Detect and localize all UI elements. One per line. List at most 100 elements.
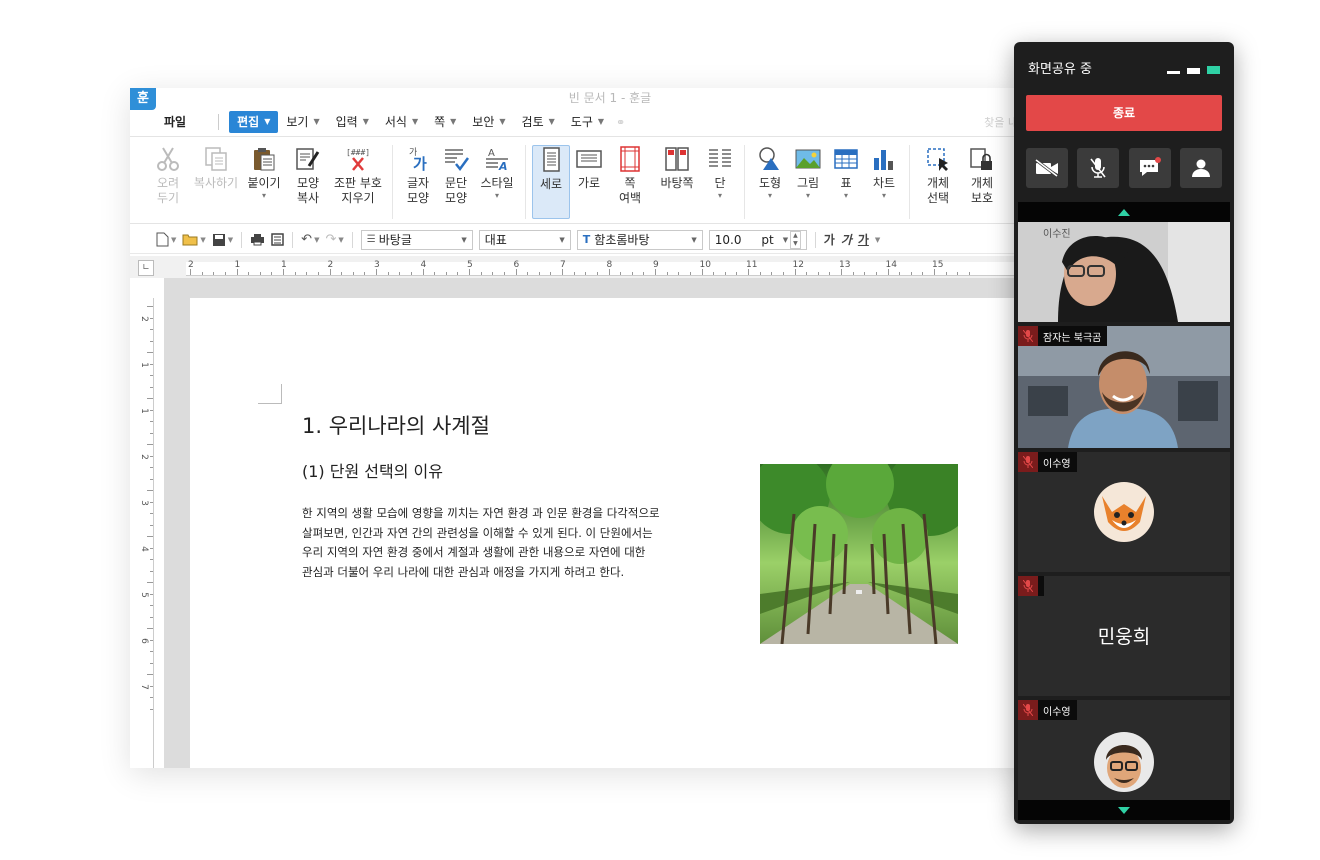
mic-muted-icon [1018, 700, 1038, 720]
vertical-ruler[interactable]: 2 1 1 2 3 4 5 6 7 [138, 298, 154, 768]
doc-paragraph[interactable]: 한 지역의 생활 모습에 영향을 끼치는 자연 환경 과 인문 환경을 다각적으… [302, 504, 722, 582]
open-folder-button[interactable]: ▼ [182, 233, 206, 246]
horizontal-ruler[interactable]: 2 1 1 2 3 4 5 6 7 8 9 10 11 12 13 14 15 [186, 260, 1030, 276]
undo-button[interactable]: ↶ ▼ [301, 232, 319, 247]
document-page[interactable]: 1. 우리나라의 사계절 (1) 단원 선택의 이유 한 지역의 생활 모습에 … [190, 298, 1030, 768]
menu-file[interactable]: 파일 [156, 111, 194, 133]
menu-review[interactable]: 검토 ▼ [514, 111, 563, 133]
chat-icon [1139, 157, 1161, 176]
participants-button[interactable] [1179, 148, 1222, 188]
copy-button[interactable]: 복사하기 [190, 145, 242, 219]
tab-stop-icon[interactable]: ∟ [138, 260, 154, 276]
style-icon: AA [482, 145, 512, 173]
print-button[interactable] [250, 233, 265, 246]
ruler-tick [875, 272, 877, 275]
ruler-tick [620, 272, 622, 275]
format-copy-button[interactable]: 모양 복사 [286, 145, 330, 219]
end-share-button[interactable]: 종료 [1026, 95, 1222, 131]
minimize-icon[interactable] [1167, 71, 1180, 74]
landscape-button[interactable]: 가로 [570, 145, 608, 219]
ruler-number: 3 [138, 500, 149, 506]
chat-button[interactable] [1128, 148, 1171, 188]
font-select[interactable]: T 함초롬바탕 ▼ [576, 229, 703, 250]
chevron-down-icon: ▼ [313, 117, 320, 126]
cut-button[interactable]: 오려 두기 [146, 145, 190, 219]
ruler-number: 1 [234, 260, 241, 270]
camera-off-icon [1035, 159, 1058, 177]
participant-tile-3[interactable]: 이수영 [1018, 452, 1230, 572]
portrait-button[interactable]: 세로 [532, 145, 570, 219]
object-select-button[interactable]: 개체 선택 [916, 145, 960, 219]
mic-muted-icon [1018, 452, 1038, 472]
chevron-down-icon: ▼ [597, 117, 605, 126]
font-size-field[interactable]: 10.0 pt ▼ ▲ ▼ [708, 229, 807, 250]
menu-edit[interactable]: 편집 ▼ [229, 111, 279, 133]
paragraph-style-select[interactable]: ☰ 바탕글 ▼ [360, 229, 473, 250]
find-hint[interactable]: 찾을 내 [984, 114, 1018, 130]
object-protect-button[interactable]: 개체 보호 [960, 145, 1004, 219]
format-toolbar: ▼ ▼ ▼ ↶ ▼ ↷ ▼ ☰ 바탕글 ▼ 대표 ▼ T 함초롬바탕 ▼ 10.0 pt ▼ ▲ ▼ … [130, 226, 1030, 254]
tree-road-image[interactable] [760, 464, 958, 644]
paragraph-style-icon: ☰ [366, 234, 376, 245]
mic-off-button[interactable] [1077, 148, 1120, 188]
ruler-tick [147, 674, 153, 675]
ruler-number: 6 [513, 260, 520, 270]
menu-format[interactable]: 서식 ▼ [377, 111, 426, 133]
participant-tile-2[interactable]: 잠자는 북극곰 [1018, 326, 1230, 448]
italic-button[interactable]: 가 [841, 231, 852, 248]
ruler-tick [643, 272, 645, 275]
camera-off-button[interactable] [1026, 148, 1068, 188]
chevron-down-icon: ▾ [767, 191, 772, 200]
restore-icon[interactable] [1187, 68, 1200, 74]
ruler-row: ∟ 2 1 1 2 3 4 5 6 7 8 9 10 11 12 13 14 15 [130, 256, 1030, 278]
style-button[interactable]: AA 스타일 ▾ [475, 145, 519, 219]
para-shape-button[interactable]: 문단 모양 [437, 145, 475, 219]
chart-button[interactable]: 차트 ▾ [865, 145, 903, 219]
picture-button[interactable]: 그림 ▾ [789, 145, 827, 219]
chevron-down-icon[interactable]: ▼ [875, 236, 880, 244]
save-button[interactable]: ▼ [212, 233, 233, 247]
underline-button[interactable]: 가 [858, 231, 869, 248]
menu-page[interactable]: 쪽 ▼ [426, 111, 464, 133]
new-document-icon [156, 232, 169, 247]
doc-subheading[interactable]: (1) 단원 선택의 이유 [302, 458, 443, 482]
bold-button[interactable]: 가 [824, 231, 835, 248]
page-margin-button[interactable]: 쪽 여백 [608, 145, 652, 219]
ruler-tick [150, 662, 153, 664]
scroll-down-button[interactable] [1018, 800, 1230, 820]
columns-button[interactable]: 단 ▾ [702, 145, 738, 219]
preview-button[interactable] [271, 233, 284, 246]
scroll-up-button[interactable] [1018, 202, 1230, 222]
ruler-tick [150, 478, 153, 480]
maximize-icon[interactable] [1207, 66, 1220, 74]
menu-view[interactable]: 보기 ▼ [278, 111, 327, 133]
paste-button[interactable]: 붙이기 ▾ [242, 145, 286, 219]
page-corner-mark [258, 384, 282, 404]
ruler-tick [724, 272, 726, 275]
participant-tile-5[interactable]: 이수영 [1018, 700, 1230, 800]
ruler-tick [341, 272, 343, 275]
ruler-number: 1 [138, 408, 149, 414]
ruler-tick [150, 421, 153, 422]
menu-tools[interactable]: 도구 ▼ [563, 111, 612, 133]
menu-insert[interactable]: 입력 ▼ [328, 111, 377, 133]
link-icon[interactable]: ⚭ [616, 116, 625, 129]
language-select[interactable]: 대표 ▼ [478, 229, 571, 250]
participant-name-tag [1018, 576, 1044, 596]
new-document-button[interactable]: ▼ [156, 232, 176, 247]
doc-heading[interactable]: 1. 우리나라의 사계절 [302, 410, 490, 440]
participant-tile-1[interactable]: 이수진 [1018, 222, 1230, 322]
table-button[interactable]: 표 ▾ [827, 145, 865, 219]
menu-security[interactable]: 보안 ▼ [464, 111, 513, 133]
clear-marks-button[interactable]: [###] 조판 부호 지우기 [330, 145, 386, 219]
participant-tile-4[interactable]: 민웅희 [1018, 576, 1230, 696]
redo-button[interactable]: ↷ ▼ [325, 232, 343, 247]
shapes-button[interactable]: 도형 ▾ [751, 145, 789, 219]
object-select-icon [923, 145, 953, 173]
picture-icon [793, 145, 823, 173]
char-shape-button[interactable]: 가가 글자 모양 [399, 145, 437, 219]
master-page-button[interactable]: 바탕쪽 [652, 145, 702, 219]
ribbon-group-object: 개체 선택 개체 보호 [916, 145, 1010, 219]
font-size-stepper[interactable]: ▲ ▼ [790, 230, 801, 249]
ruler-tick [317, 272, 319, 275]
